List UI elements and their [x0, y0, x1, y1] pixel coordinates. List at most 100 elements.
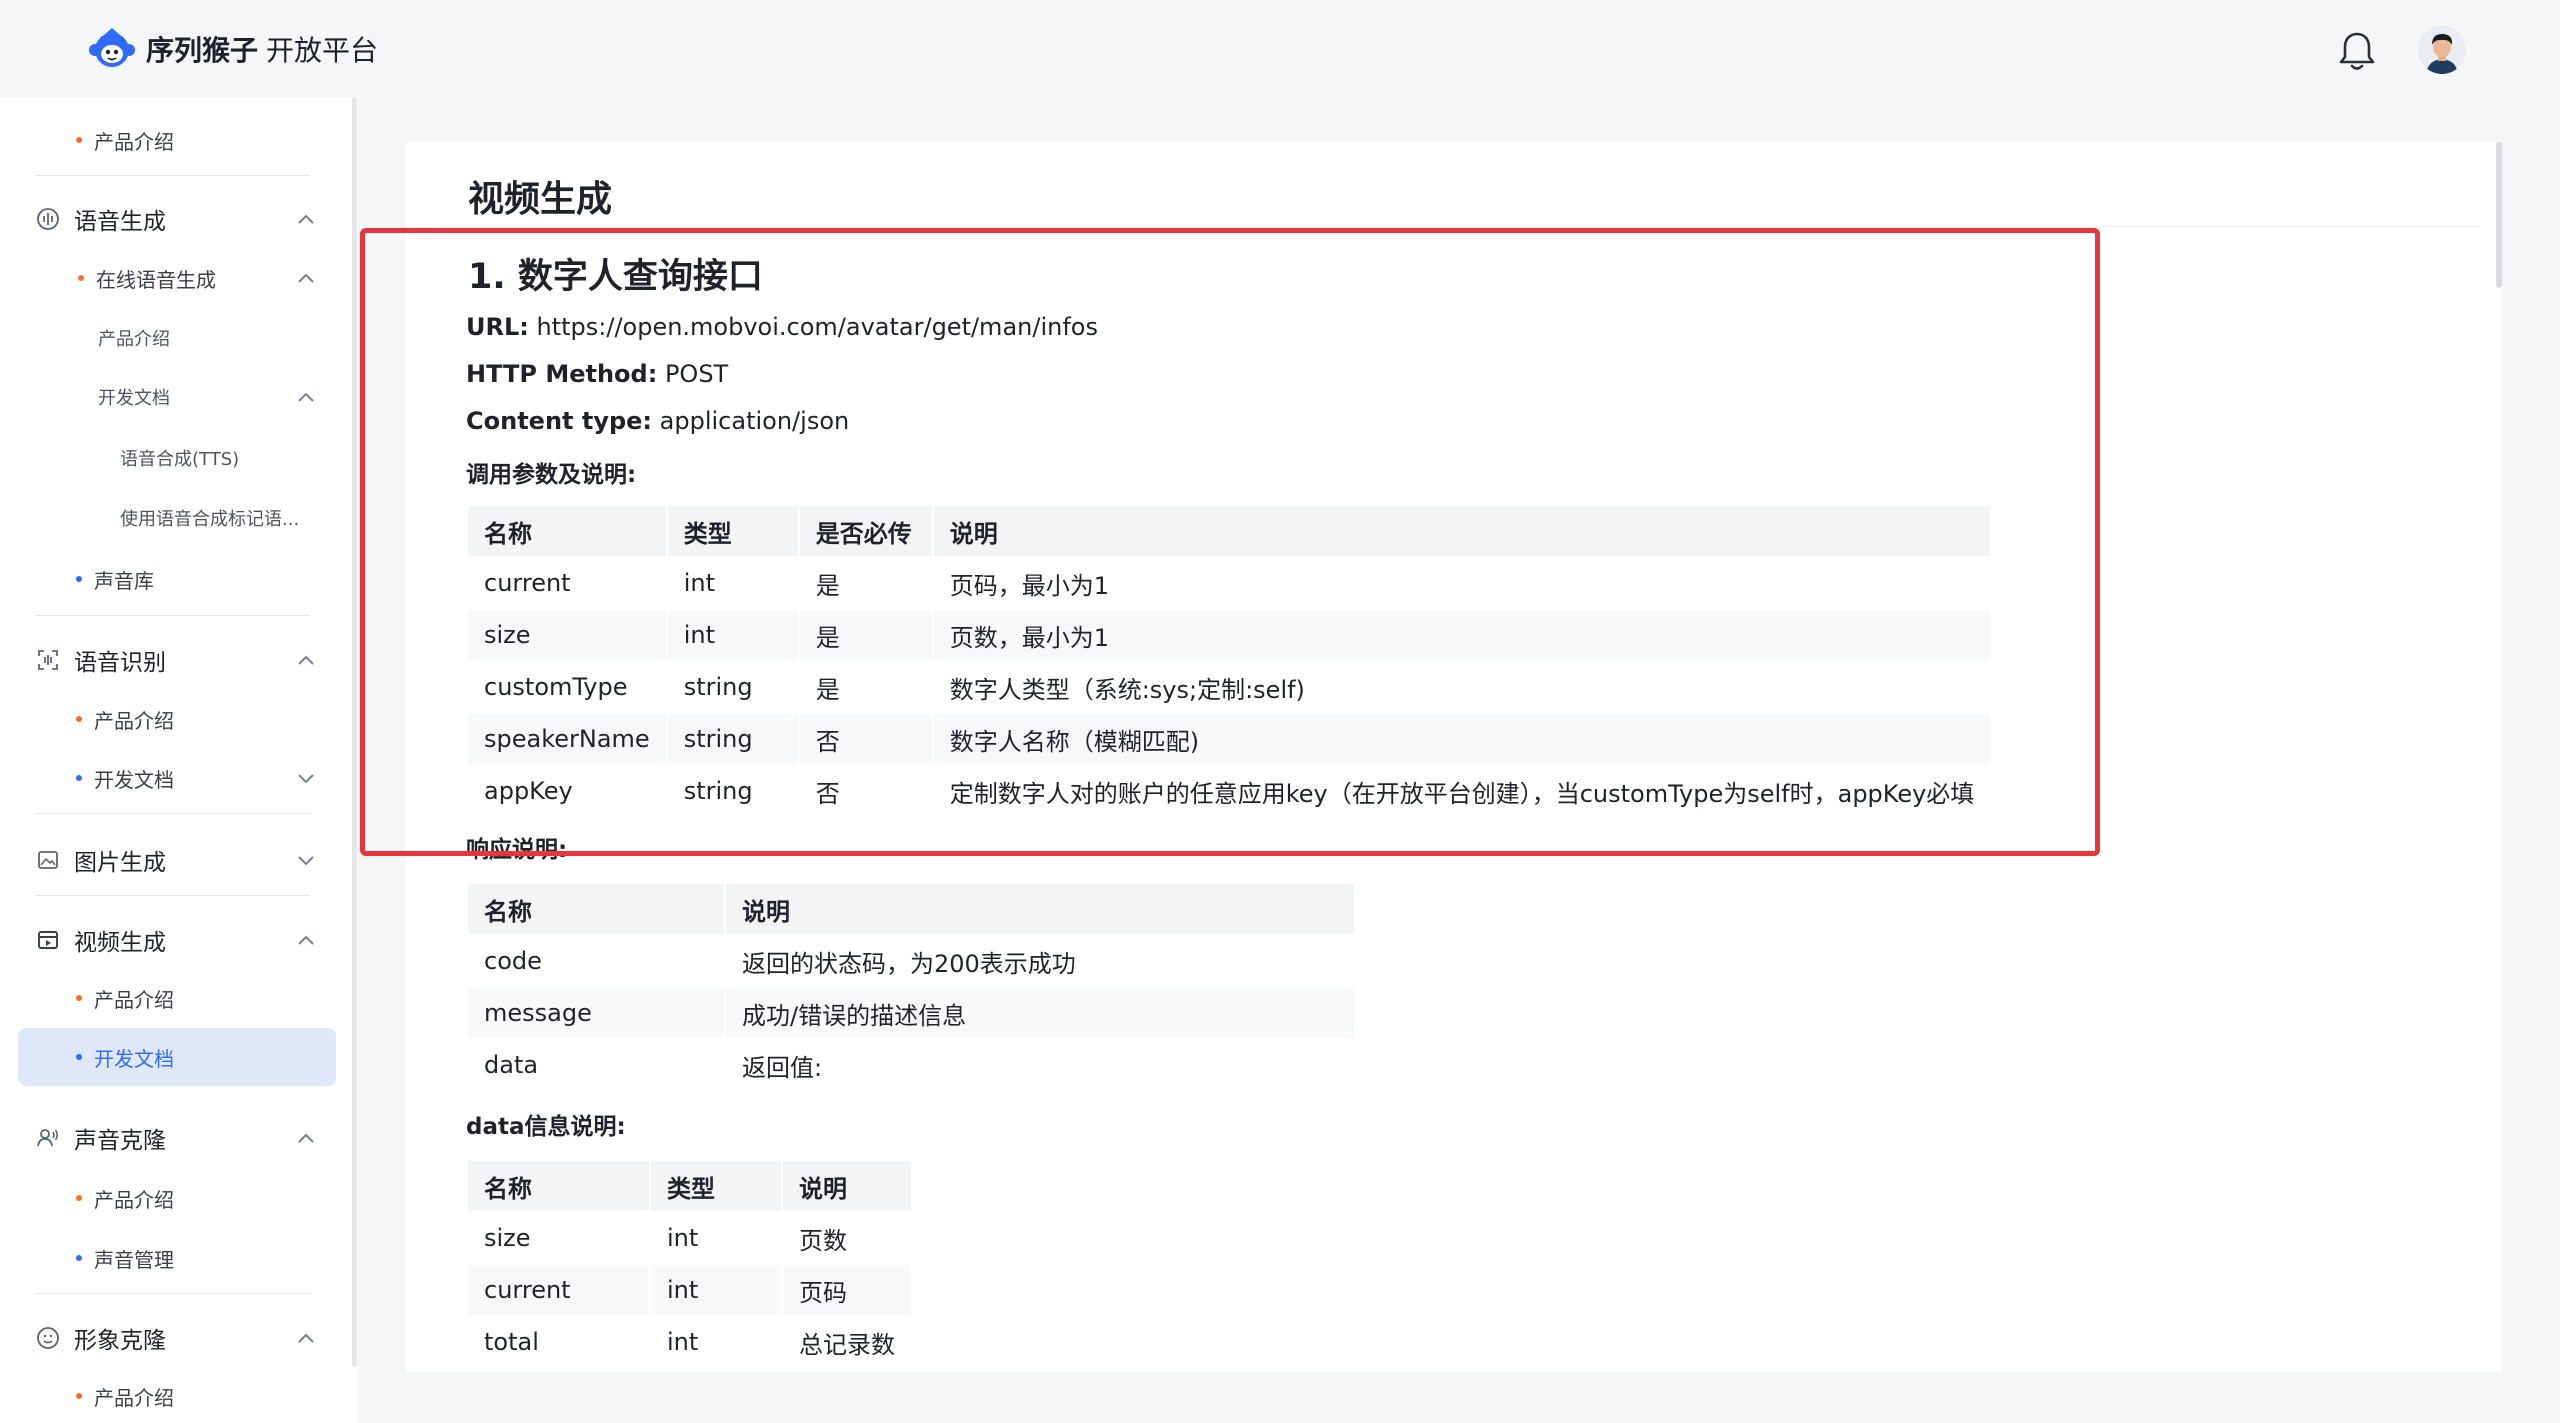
table-cell: 页数	[783, 1213, 913, 1265]
sidebar-item-video-product-intro[interactable]: 产品介绍	[0, 978, 340, 1018]
highlight-annotation-box	[360, 228, 2100, 856]
speech-recognition-icon	[38, 650, 58, 670]
table-header-row: 名称 类型 说明	[468, 1161, 913, 1213]
table-row: current int 页码	[468, 1265, 913, 1317]
sidebar-item-label: 开发文档	[94, 767, 174, 792]
sidebar-item-label: 产品介绍	[94, 1187, 174, 1212]
sidebar-item-asr-product-intro[interactable]: 产品介绍	[0, 699, 340, 739]
chevron-up-icon	[298, 1133, 314, 1143]
sidebar-item-label: 产品介绍	[94, 129, 174, 154]
sidebar-item-label: 产品介绍	[94, 708, 174, 733]
orange-dot-icon	[76, 1195, 82, 1201]
column-header: 说明	[726, 884, 1356, 936]
chevron-up-icon	[298, 655, 314, 665]
table-header-row: 名称 说明	[468, 884, 1356, 936]
sidebar-item-label: 使用语音合成标记语...	[120, 509, 300, 530]
smile-face-icon	[37, 1327, 59, 1349]
page-title: 视频生成	[468, 179, 613, 220]
table-row: message 成功/错误的描述信息	[468, 988, 1356, 1040]
sidebar-subitem-product-intro[interactable]: 产品介绍	[0, 318, 340, 358]
sidebar-item-label: 开发文档	[98, 388, 170, 409]
divider	[440, 226, 2480, 227]
chevron-up-icon	[298, 273, 314, 283]
bell-icon[interactable]	[2338, 30, 2376, 72]
divider	[36, 615, 310, 616]
sidebar-item-video-dev-docs[interactable]: 开发文档	[0, 1037, 340, 1077]
sidebar-item-label: 产品介绍	[98, 329, 170, 350]
table-cell: int	[651, 1265, 783, 1317]
sidebar-item-online-speech[interactable]: 在线语音生成	[0, 258, 340, 298]
sidebar-item-label: 声音管理	[94, 1247, 174, 1272]
sidebar-item-avatar-clone-product-intro[interactable]: 产品介绍	[0, 1376, 340, 1416]
sidebar: 产品介绍 语音生成 在线语音生成 产品介绍 开发文档 语音合成(TTS) 使用语…	[0, 97, 358, 1423]
sidebar-group-label: 形象克隆	[74, 1328, 166, 1354]
blue-dot-icon	[76, 576, 82, 582]
orange-dot-icon	[76, 995, 82, 1001]
table-row: size int 页数	[468, 1213, 913, 1265]
table-cell: 页码	[783, 1265, 913, 1317]
chevron-up-icon	[298, 392, 314, 402]
sidebar-group-speech-generation[interactable]: 语音生成	[0, 191, 340, 247]
sidebar-subitem-ssml[interactable]: 使用语音合成标记语...	[0, 498, 340, 538]
brand-subtitle: 开放平台	[266, 34, 379, 67]
table-cell: size	[468, 1213, 651, 1265]
blue-dot-icon	[76, 1255, 82, 1261]
sidebar-group-image-generation[interactable]: 图片生成	[0, 832, 340, 888]
table-cell: code	[468, 936, 726, 988]
blue-dot-icon	[76, 1054, 82, 1060]
data-info-table: 名称 类型 说明 size int 页数 current int 页码 tota…	[468, 1161, 913, 1369]
audio-wave-icon	[37, 208, 59, 230]
orange-dot-icon	[76, 1393, 82, 1399]
chevron-down-icon	[298, 774, 314, 784]
divider	[36, 175, 310, 176]
brand-name: 序列猴子	[146, 34, 259, 67]
sidebar-scrollbar[interactable]	[352, 97, 357, 1367]
sidebar-group-video-generation[interactable]: 视频生成	[0, 912, 340, 968]
data-info-heading: data信息说明:	[466, 1114, 626, 1140]
table-cell: total	[468, 1317, 651, 1369]
sidebar-item-voice-management[interactable]: 声音管理	[0, 1238, 340, 1278]
divider	[36, 813, 310, 814]
sidebar-subitem-tts[interactable]: 语音合成(TTS)	[0, 438, 340, 478]
orange-dot-icon	[76, 137, 82, 143]
sidebar-group-avatar-clone[interactable]: 形象克隆	[0, 1310, 340, 1366]
sidebar-group-speech-recognition[interactable]: 语音识别	[0, 632, 340, 688]
sidebar-item-voice-library[interactable]: 声音库	[0, 559, 340, 599]
video-icon	[38, 931, 58, 949]
image-icon	[38, 851, 58, 869]
chevron-up-icon	[298, 1333, 314, 1343]
orange-dot-icon	[78, 275, 84, 281]
table-cell: message	[468, 988, 726, 1040]
response-table: 名称 说明 code 返回的状态码，为200表示成功 message 成功/错误…	[468, 884, 1356, 1092]
brand[interactable]: 序列猴子 开放平台	[88, 26, 378, 72]
sidebar-item-label: 产品介绍	[94, 1385, 174, 1410]
sidebar-item-label: 开发文档	[94, 1046, 174, 1071]
table-cell: data	[468, 1040, 726, 1092]
chevron-up-icon	[298, 214, 314, 224]
sidebar-group-label: 声音克隆	[74, 1128, 166, 1154]
divider	[36, 1293, 310, 1294]
column-header: 名称	[468, 884, 726, 936]
sidebar-item-product-intro-top[interactable]: 产品介绍	[0, 120, 340, 160]
column-header: 说明	[783, 1161, 913, 1213]
table-cell: 返回值:	[726, 1040, 1356, 1092]
sidebar-item-asr-dev-docs[interactable]: 开发文档	[0, 758, 340, 798]
sidebar-item-label: 在线语音生成	[96, 267, 216, 292]
table-cell: int	[651, 1213, 783, 1265]
orange-dot-icon	[76, 716, 82, 722]
voice-person-icon	[37, 1129, 59, 1147]
user-avatar[interactable]	[2418, 26, 2466, 74]
sidebar-group-label: 语音生成	[74, 209, 166, 235]
table-row: data 返回值:	[468, 1040, 1356, 1092]
sidebar-subitem-dev-docs[interactable]: 开发文档	[0, 377, 340, 417]
sidebar-item-voice-clone-product-intro[interactable]: 产品介绍	[0, 1178, 340, 1218]
sidebar-group-label: 图片生成	[74, 850, 166, 876]
table-cell: 总记录数	[783, 1317, 913, 1369]
sidebar-item-label: 声音库	[94, 568, 154, 593]
sidebar-group-voice-clone[interactable]: 声音克隆	[0, 1110, 340, 1166]
content-scrollbar[interactable]	[2496, 142, 2502, 288]
sidebar-group-label: 视频生成	[74, 930, 166, 956]
chevron-up-icon	[298, 935, 314, 945]
blue-dot-icon	[76, 775, 82, 781]
chevron-down-icon	[298, 856, 314, 866]
